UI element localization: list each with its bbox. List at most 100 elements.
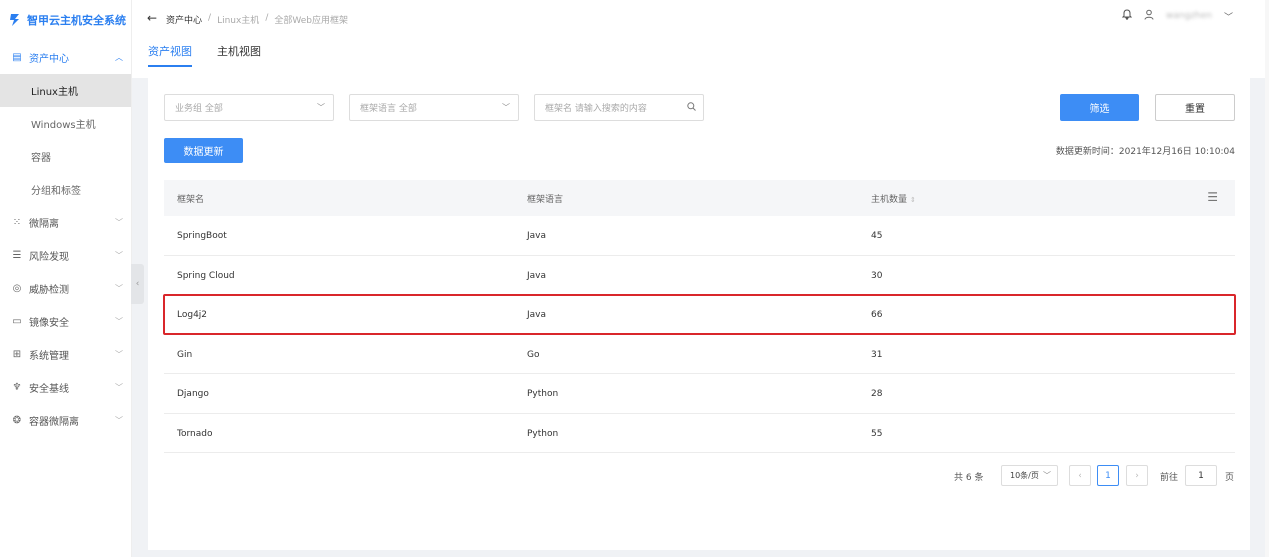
page-scrollbar[interactable]	[1265, 0, 1269, 557]
username[interactable]: wangzhen	[1166, 11, 1212, 21]
cell-name: Spring Cloud	[177, 270, 235, 281]
cell-hosts: 66	[871, 310, 883, 320]
data-update-button[interactable]: 数据更新	[164, 138, 243, 163]
view-tabs: 资产视图 主机视图	[132, 38, 1269, 78]
sidebar-item-label: 镜像安全	[29, 318, 69, 329]
chevron-up-icon: ︿	[115, 53, 123, 62]
cell-name: Tornado	[177, 428, 213, 439]
chevron-down-icon[interactable]: ﹀	[1224, 10, 1233, 23]
image-icon: ▭	[12, 316, 22, 327]
column-header-name: 框架名	[177, 195, 205, 205]
user-icon[interactable]	[1144, 9, 1154, 23]
reset-button[interactable]: 重置	[1155, 94, 1235, 121]
network-icon: ❂	[12, 415, 22, 426]
chevron-down-icon: ﹀	[115, 416, 123, 425]
table-row[interactable]: SpringBoot Java 45	[164, 216, 1235, 256]
chevron-right-icon: ›	[1135, 470, 1139, 481]
business-group-select[interactable]: 业务组 全部 ﹀	[164, 94, 334, 121]
table-row[interactable]: Gin Go 31	[164, 335, 1235, 374]
sidebar-item-label: 系统管理	[29, 351, 69, 362]
filter-button[interactable]: 筛选	[1060, 94, 1139, 121]
chevron-left-icon: ‹	[1078, 470, 1082, 481]
page-size-select[interactable]: 10条/页 ﹀	[1001, 465, 1058, 486]
sidebar-item-micro-isolation[interactable]: ⁙ 微隔离 ﹀	[0, 206, 131, 239]
cell-language: Python	[527, 389, 559, 399]
table-row[interactable]: Spring Cloud Java 30	[164, 256, 1235, 295]
next-page-button[interactable]: ›	[1126, 465, 1148, 486]
sidebar-subitem-container[interactable]: 容器	[0, 140, 131, 173]
sidebar-item-label: 容器微隔离	[29, 417, 79, 428]
goto-label: 前往	[1160, 473, 1179, 483]
sidebar-item-system-management[interactable]: ⊞ 系统管理 ﹀	[0, 338, 131, 371]
sidebar-item-label: 风险发现	[29, 252, 69, 263]
breadcrumb-item-current: 全部Web应用框架	[274, 16, 348, 26]
framework-search-input[interactable]: 框架名 请输入搜索的内容	[534, 94, 704, 121]
sidebar: 智甲云主机安全系统 ▤ 资产中心 ︿ Linux主机 Windows主机 容器 …	[0, 0, 132, 557]
prev-page-button[interactable]: ‹	[1069, 465, 1091, 486]
cell-hosts: 31	[871, 349, 883, 360]
table-header: 框架名 框架语言 主机数量 ⇕ ☰	[164, 180, 1235, 216]
select-placeholder: 业务组 全部	[175, 104, 223, 114]
bell-icon[interactable]	[1121, 9, 1133, 23]
cell-name: SpringBoot	[177, 231, 227, 241]
chevron-down-icon: ﹀	[115, 317, 123, 326]
baseline-icon: ♆	[12, 382, 22, 393]
content-card: 业务组 全部 ﹀ 框架语言 全部 ﹀ 框架名 请输入搜索的内容 筛选 重置 数据…	[148, 78, 1250, 550]
chevron-down-icon: ﹀	[115, 350, 123, 359]
search-placeholder: 框架名 请输入搜索的内容	[545, 104, 647, 114]
back-arrow-icon[interactable]: ←	[147, 11, 157, 25]
goto-page-input[interactable]: 1	[1185, 465, 1217, 486]
select-placeholder: 框架语言 全部	[360, 104, 417, 114]
app-title: 智甲云主机安全系统	[27, 14, 126, 27]
app-logo[interactable]: 智甲云主机安全系统	[0, 0, 131, 40]
breadcrumb-separator: /	[208, 13, 212, 23]
chevron-down-icon: ﹀	[317, 103, 325, 112]
chevron-down-icon: ﹀	[1043, 471, 1051, 480]
grid-icon: ⁙	[12, 217, 22, 228]
breadcrumb-separator: /	[265, 13, 269, 23]
tab-asset-view[interactable]: 资产视图	[148, 43, 192, 67]
header-user-area: wangzhen ﹀	[1121, 9, 1233, 23]
framework-language-select[interactable]: 框架语言 全部 ﹀	[349, 94, 519, 121]
radar-icon: ◎	[12, 283, 22, 294]
cell-language: Java	[527, 231, 547, 241]
page-number-current[interactable]: 1	[1097, 465, 1119, 486]
cell-hosts: 45	[871, 231, 883, 241]
tab-host-view[interactable]: 主机视图	[217, 43, 261, 65]
logo-icon	[9, 13, 21, 27]
sidebar-subitem-windows-host[interactable]: Windows主机	[0, 107, 131, 140]
breadcrumb-item-asset-center[interactable]: 资产中心	[166, 13, 202, 26]
column-settings-icon[interactable]: ☰	[1207, 190, 1218, 204]
sidebar-item-image-security[interactable]: ▭ 镜像安全 ﹀	[0, 305, 131, 338]
search-icon[interactable]	[687, 101, 696, 114]
chevron-down-icon: ﹀	[115, 284, 123, 293]
search-list-icon: ☰	[12, 250, 22, 261]
sidebar-subitem-groups-tags[interactable]: 分组和标签	[0, 173, 131, 206]
cell-hosts: 55	[871, 428, 883, 439]
cell-language: Python	[527, 428, 559, 439]
column-header-language: 框架语言	[527, 195, 564, 205]
breadcrumb: 资产中心 / Linux主机 / 全部Web应用框架	[166, 13, 348, 26]
cell-hosts: 30	[871, 270, 883, 281]
chevron-down-icon: ﹀	[115, 383, 123, 392]
sidebar-collapse-handle[interactable]: ‹	[131, 264, 144, 304]
sidebar-item-container-isolation[interactable]: ❂ 容器微隔离 ﹀	[0, 404, 131, 437]
sidebar-subitem-linux-host[interactable]: Linux主机	[0, 74, 131, 107]
column-header-hosts[interactable]: 主机数量 ⇕	[871, 192, 916, 205]
sidebar-item-asset-center[interactable]: ▤ 资产中心 ︿	[0, 41, 131, 74]
page-size-value: 10条/页	[1010, 471, 1039, 480]
table-row[interactable]: Log4j2 Java 66	[164, 295, 1235, 335]
sidebar-item-label: 资产中心	[29, 54, 69, 65]
cell-language: Java	[527, 310, 547, 320]
sort-icon[interactable]: ⇕	[910, 196, 916, 204]
cell-language: Go	[527, 349, 540, 360]
sidebar-item-risk-discovery[interactable]: ☰ 风险发现 ﹀	[0, 239, 131, 272]
table-row[interactable]: Django Python 28	[164, 374, 1235, 414]
breadcrumb-item-linux-host[interactable]: Linux主机	[217, 13, 259, 26]
table-row[interactable]: Tornado Python 55	[164, 414, 1235, 453]
sidebar-item-label: 威胁检测	[29, 285, 69, 296]
sidebar-item-security-baseline[interactable]: ♆ 安全基线 ﹀	[0, 371, 131, 404]
column-header-hosts-label: 主机数量	[871, 195, 908, 205]
sidebar-item-threat-detection[interactable]: ◎ 威胁检测 ﹀	[0, 272, 131, 305]
chevron-down-icon: ﹀	[115, 251, 123, 260]
